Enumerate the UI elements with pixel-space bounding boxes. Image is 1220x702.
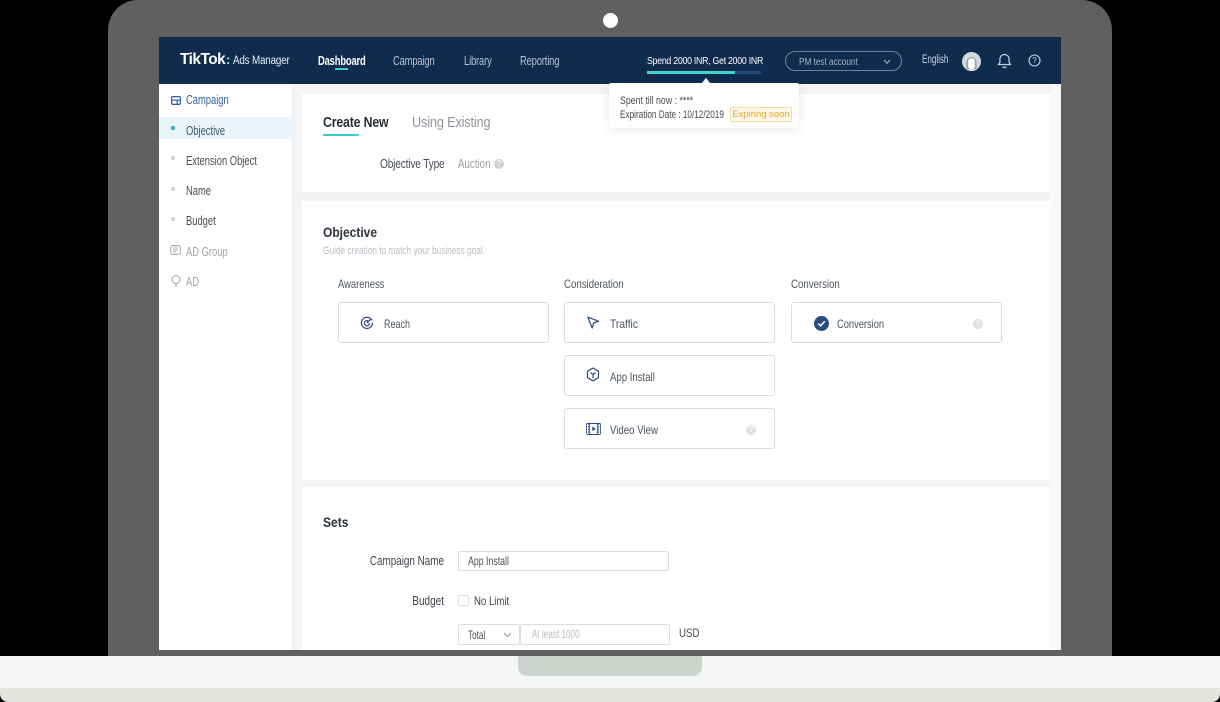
svg-text:?: ? [1032, 56, 1037, 65]
